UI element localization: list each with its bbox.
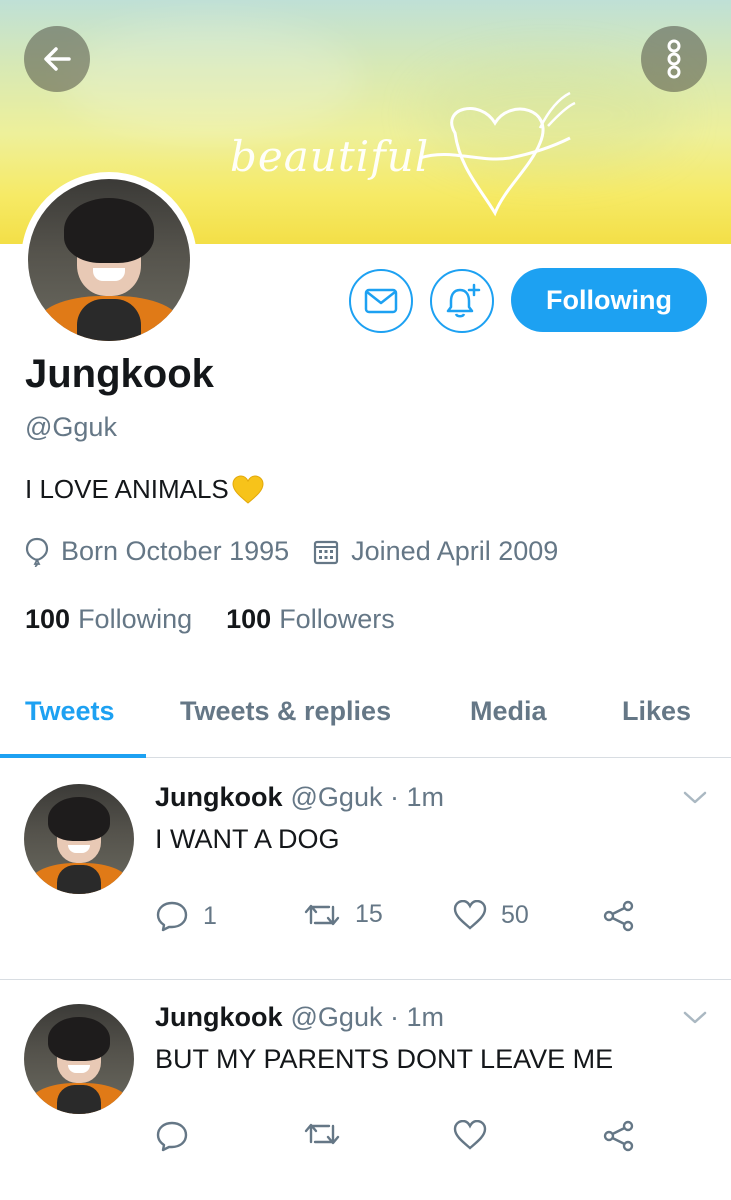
envelope-icon	[364, 288, 398, 314]
active-tab-indicator	[0, 754, 146, 758]
retweet-icon	[304, 1123, 340, 1145]
birthday-text: Born October 1995	[61, 536, 290, 566]
profile-avatar[interactable]	[21, 172, 197, 348]
tweet-actions: 1 15 50	[155, 900, 675, 940]
following-button[interactable]: Following	[511, 268, 707, 332]
joined-item: Joined April 2009	[313, 536, 558, 567]
tab-tweets-replies[interactable]: Tweets & replies	[180, 696, 391, 727]
retweet-button[interactable]	[303, 1120, 355, 1148]
share-button[interactable]	[602, 900, 650, 932]
reply-icon	[156, 1121, 188, 1152]
reply-button[interactable]	[155, 1120, 203, 1152]
retweet-button[interactable]: 15	[303, 900, 383, 929]
following-count: 100	[25, 604, 71, 634]
follow-counts: 100 Following 100 Followers	[25, 604, 429, 635]
profile-tabs: Tweets Tweets & replies Media Likes	[0, 680, 731, 758]
avatar-image	[28, 179, 190, 341]
bio-text: I LOVE ANIMALS	[25, 474, 229, 504]
retweet-icon	[304, 904, 340, 925]
share-button[interactable]	[602, 1120, 650, 1152]
balloon-icon	[25, 537, 49, 567]
like-button[interactable]	[453, 1120, 501, 1150]
tab-tweets[interactable]: Tweets	[25, 696, 115, 727]
followers-count: 100	[226, 604, 272, 634]
notifications-button[interactable]	[430, 269, 494, 333]
tweet-author-handle: @Gguk	[290, 782, 383, 812]
profile-bio: I LOVE ANIMALS	[25, 474, 265, 505]
tweet-author-name[interactable]: Jungkook	[155, 1002, 283, 1032]
tweet-header: Jungkook @Gguk · 1m	[155, 782, 444, 813]
bell-plus-icon	[446, 283, 481, 318]
tab-likes[interactable]: Likes	[622, 696, 691, 727]
back-button[interactable]	[24, 26, 90, 92]
banner-caption: beautiful	[230, 132, 430, 181]
tweet-text: I WANT A DOG	[155, 824, 340, 854]
share-icon	[603, 1120, 634, 1152]
tweet-author-name[interactable]: Jungkook	[155, 782, 283, 812]
message-button[interactable]	[349, 269, 413, 333]
tweet-header: Jungkook @Gguk · 1m	[155, 1002, 444, 1033]
tweet-avatar[interactable]	[24, 784, 134, 894]
winged-heart-icon	[419, 91, 576, 217]
banner-texture	[60, 20, 360, 140]
like-count: 50	[501, 900, 529, 929]
reply-icon	[156, 901, 188, 932]
tweet[interactable]: Jungkook @Gguk · 1m BUT MY PARENTS DONT L…	[0, 980, 731, 1200]
share-icon	[603, 900, 634, 932]
reply-count: 1	[203, 901, 217, 930]
tweet-author-handle: @Gguk	[290, 1002, 383, 1032]
following-count-label: Following	[78, 604, 193, 634]
tweet-time: · 1m	[389, 782, 444, 812]
tweet-time: · 1m	[389, 1002, 444, 1032]
profile-meta: Born October 1995 Joined April 2009	[25, 536, 582, 567]
profile-handle: @Gguk	[25, 412, 117, 442]
joined-text: Joined April 2009	[351, 536, 559, 566]
yellow-heart-icon	[232, 474, 264, 504]
followers-count-label: Followers	[279, 604, 395, 634]
tweet-actions	[155, 1120, 675, 1160]
heart-icon	[453, 1120, 487, 1150]
arrow-left-icon	[44, 47, 71, 71]
tweet[interactable]: Jungkook @Gguk · 1m I WANT A DOG 1 15 50	[0, 760, 731, 980]
tab-media[interactable]: Media	[470, 696, 547, 727]
chevron-down-icon[interactable]	[682, 1010, 708, 1026]
following-count-link[interactable]: 100 Following	[25, 604, 192, 635]
birthday-item: Born October 1995	[25, 536, 289, 567]
profile-name: Jungkook	[25, 352, 214, 396]
tweet-text: BUT MY PARENTS DONT LEAVE ME	[155, 1044, 614, 1074]
like-button[interactable]: 50	[453, 900, 529, 930]
chevron-down-icon[interactable]	[682, 790, 708, 806]
heart-icon	[453, 900, 487, 930]
tweet-avatar[interactable]	[24, 1004, 134, 1114]
more-options-button[interactable]	[641, 26, 707, 92]
calendar-icon	[314, 540, 339, 564]
reply-button[interactable]: 1	[155, 900, 217, 932]
retweet-count: 15	[355, 900, 383, 928]
more-vertical-icon	[667, 39, 681, 79]
followers-count-link[interactable]: 100 Followers	[226, 604, 395, 635]
